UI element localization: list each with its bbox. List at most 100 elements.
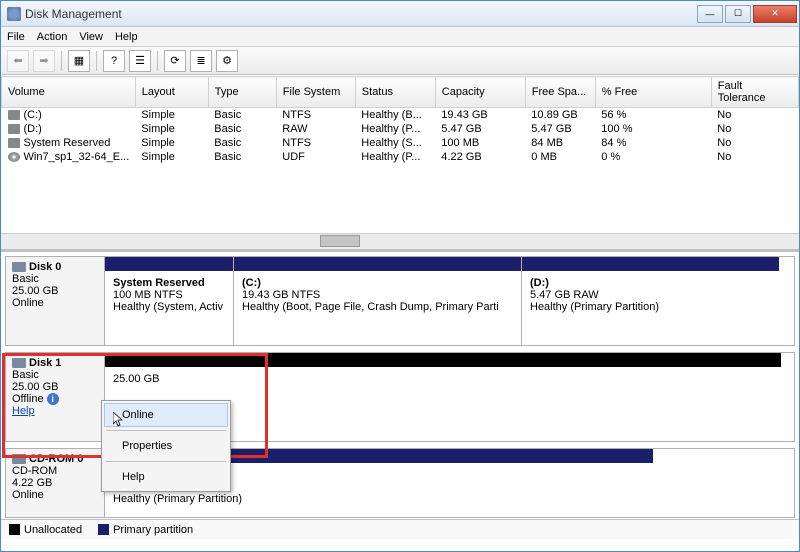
show-icon[interactable]: ▦ (68, 50, 90, 72)
disk-info[interactable]: CD-ROM 0CD-ROM4.22 GBOnline (6, 449, 105, 517)
partition[interactable]: (C:)19.43 GB NTFSHealthy (Boot, Page Fil… (234, 257, 522, 345)
help-icon[interactable]: ? (103, 50, 125, 72)
partition-bar (522, 257, 779, 271)
partition-name: (D:) (530, 277, 771, 289)
properties-icon[interactable]: ⚙ (216, 50, 238, 72)
col-free[interactable]: Free Spa... (525, 77, 595, 108)
cell-pct: 84 % (595, 136, 711, 150)
info-icon[interactable]: i (47, 393, 59, 405)
menu-file[interactable]: File (7, 31, 25, 43)
disk-map-pane: Disk 0Basic25.00 GBOnlineSystem Reserved… (1, 249, 799, 539)
disk-icon (12, 262, 26, 272)
cell-layout: Simple (135, 122, 208, 136)
cell-free: 0 MB (525, 150, 595, 164)
menu-action[interactable]: Action (37, 31, 68, 43)
disk-size-label: 4.22 GB (12, 477, 98, 489)
toolbar: ⬅ ➡ ▦ ? ☰ ⟳ ≣ ⚙ (1, 47, 799, 75)
col-pct[interactable]: % Free (595, 77, 711, 108)
table-row[interactable]: Win7_sp1_32-64_E...SimpleBasicUDFHealthy… (2, 150, 799, 164)
window-title: Disk Management (25, 7, 122, 21)
cell-free: 10.89 GB (525, 108, 595, 123)
col-layout[interactable]: Layout (135, 77, 208, 108)
partition-sub: 5.47 GB RAW (530, 289, 771, 301)
col-capacity[interactable]: Capacity (435, 77, 525, 108)
maximize-button[interactable]: ☐ (725, 5, 751, 23)
disk-row: Disk 0Basic25.00 GBOnlineSystem Reserved… (5, 256, 795, 346)
menu-view[interactable]: View (79, 31, 103, 43)
cell-layout: Simple (135, 150, 208, 164)
cell-pct: 56 % (595, 108, 711, 123)
disk-info[interactable]: Disk 1Basic25.00 GBOffline iHelp (6, 353, 105, 441)
minimize-button[interactable]: — (697, 5, 723, 23)
col-ft[interactable]: Fault Tolerance (711, 77, 798, 108)
disk-name-label: Disk 0 (29, 261, 61, 273)
cell-type: Basic (208, 108, 276, 123)
forward-icon: ➡ (33, 50, 55, 72)
partition-status: Healthy (Primary Partition) (113, 493, 645, 505)
menubar: File Action View Help (1, 27, 799, 47)
cell-vol: (D:) (2, 122, 136, 136)
cell-status: Healthy (B... (355, 108, 435, 123)
legend: Unallocated Primary partition (1, 519, 799, 539)
col-fs[interactable]: File System (276, 77, 355, 108)
volume-table[interactable]: Volume Layout Type File System Status Ca… (1, 76, 799, 164)
cell-fs: NTFS (276, 108, 355, 123)
table-row[interactable]: (D:)SimpleBasicRAWHealthy (P...5.47 GB5.… (2, 122, 799, 136)
cell-vol: Win7_sp1_32-64_E... (2, 150, 136, 164)
cell-ft: No (711, 122, 798, 136)
col-volume[interactable]: Volume (2, 77, 136, 108)
cell-cap: 4.22 GB (435, 150, 525, 164)
partition[interactable]: System Reserved100 MB NTFSHealthy (Syste… (105, 257, 234, 345)
cell-ft: No (711, 136, 798, 150)
table-row[interactable]: (C:)SimpleBasicNTFSHealthy (B...19.43 GB… (2, 108, 799, 123)
table-row[interactable]: System ReservedSimpleBasicNTFSHealthy (S… (2, 136, 799, 150)
cell-type: Basic (208, 150, 276, 164)
disk-state-label: Offline i (12, 393, 98, 405)
partition-status: Healthy (Primary Partition) (530, 301, 771, 313)
context-menu-separator (106, 430, 226, 431)
partition-bar (105, 353, 781, 367)
partition-sub: 100 MB NTFS (113, 289, 225, 301)
context-menu-properties[interactable]: Properties (104, 434, 228, 458)
cell-fs: NTFS (276, 136, 355, 150)
disk-info[interactable]: Disk 0Basic25.00 GBOnline (6, 257, 105, 345)
disk-type-label: Basic (12, 369, 98, 381)
cell-vol: (C:) (2, 108, 136, 123)
horizontal-scrollbar[interactable] (1, 233, 799, 249)
legend-unallocated-label: Unallocated (24, 524, 82, 536)
disk-icon (12, 358, 26, 368)
titlebar: Disk Management — ☐ ✕ (1, 1, 799, 27)
col-type[interactable]: Type (208, 77, 276, 108)
table-header-row: Volume Layout Type File System Status Ca… (2, 77, 799, 108)
cell-status: Healthy (P... (355, 150, 435, 164)
cell-layout: Simple (135, 108, 208, 123)
cell-free: 84 MB (525, 136, 595, 150)
cell-fs: RAW (276, 122, 355, 136)
list-icon[interactable]: ≣ (190, 50, 212, 72)
partition[interactable]: (D:)5.47 GB RAWHealthy (Primary Partitio… (522, 257, 779, 345)
disk-help-link[interactable]: Help (12, 405, 35, 417)
disk-name-label: Disk 1 (29, 357, 61, 369)
disk-state-label: Online (12, 297, 98, 309)
cell-free: 5.47 GB (525, 122, 595, 136)
disk-type-label: CD-ROM (12, 465, 98, 477)
col-status[interactable]: Status (355, 77, 435, 108)
cell-cap: 5.47 GB (435, 122, 525, 136)
context-menu-separator (106, 461, 226, 462)
disk-partitions: System Reserved100 MB NTFSHealthy (Syste… (105, 257, 794, 345)
partition-sub: 25.00 GB (113, 373, 773, 385)
context-menu-help[interactable]: Help (104, 465, 228, 489)
cell-cap: 100 MB (435, 136, 525, 150)
cell-ft: No (711, 150, 798, 164)
partition-status: Healthy (Boot, Page File, Crash Dump, Pr… (242, 301, 513, 313)
close-button[interactable]: ✕ (753, 5, 797, 23)
refresh-icon[interactable]: ⟳ (164, 50, 186, 72)
volume-list-pane: Volume Layout Type File System Status Ca… (1, 75, 799, 233)
partition-sub: 19.43 GB NTFS (242, 289, 513, 301)
menu-help[interactable]: Help (115, 31, 138, 43)
legend-primary-label: Primary partition (113, 524, 193, 536)
cell-vol: System Reserved (2, 136, 136, 150)
context-menu-online[interactable]: Online (104, 403, 228, 427)
legend-swatch-primary (98, 524, 109, 535)
layout-icon[interactable]: ☰ (129, 50, 151, 72)
